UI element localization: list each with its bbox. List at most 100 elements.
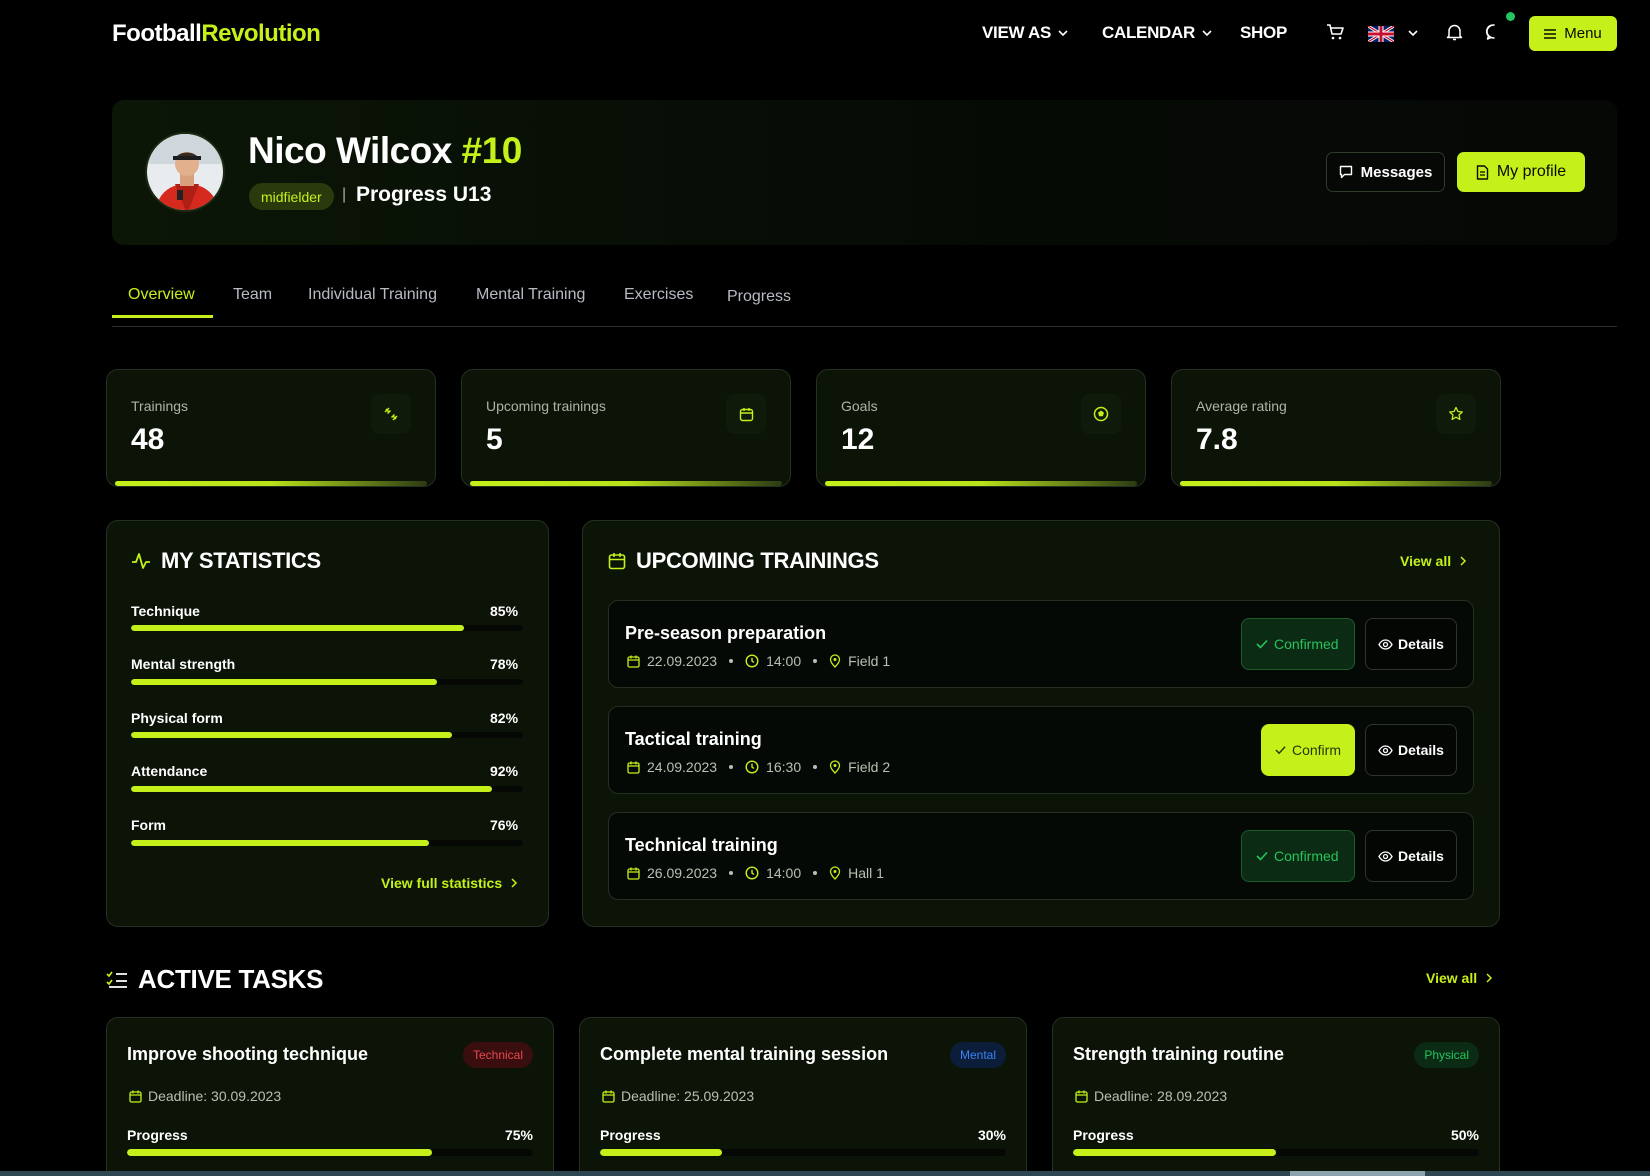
chevron-right-icon [1460,556,1467,566]
tab-mental-training[interactable]: Mental Training [476,286,585,304]
skill-percent: 78% [490,656,519,672]
training-time: 16:30 [766,759,802,775]
training-row[interactable]: Pre-season preparation 22.09.2023 14:00 … [608,600,1474,688]
nav-calendar[interactable]: CALENDAR [1102,23,1213,43]
calendar-icon [1075,1090,1088,1103]
confirm-button[interactable]: Confirm [1261,724,1355,776]
task-card[interactable]: Complete mental training session Mental … [579,1017,1027,1176]
bullet-separator [813,659,818,663]
confirmed-label: Confirmed [1274,848,1339,864]
task-tag: Physical [1414,1042,1479,1068]
active-tab-indicator [112,315,213,318]
task-tag: Technical [462,1042,533,1068]
bullet-separator [813,871,818,875]
task-deadline-text: Deadline: 30.09.2023 [148,1088,282,1104]
task-card[interactable]: Improve shooting technique Technical Dea… [106,1017,554,1176]
language-chevron-icon[interactable] [1407,27,1419,39]
calendar-icon [627,761,640,774]
training-row[interactable]: Tactical training 24.09.2023 16:30 Field… [608,706,1474,794]
skill-label: Mental strength [131,656,236,672]
confirmed-button[interactable]: Confirmed [1241,618,1355,670]
task-card[interactable]: Strength training routine Physical Deadl… [1052,1017,1500,1176]
training-row[interactable]: Technical training 26.09.2023 14:00 Hall… [608,812,1474,900]
scrollbar-thumb[interactable] [1290,1171,1425,1176]
task-progress-percent: 75% [504,1127,533,1143]
confirmed-button[interactable]: Confirmed [1241,830,1355,882]
bullet-separator [729,765,734,769]
tasks-view-all-link[interactable]: View all [1426,970,1493,986]
eye-icon [1378,850,1393,862]
training-date: 24.09.2023 [647,759,718,775]
skill-label: Form [131,817,166,833]
location-pin-icon [829,760,841,774]
team-name: Progress U13 [356,183,492,206]
brand-part-2: Revolution [201,20,321,47]
stat-accent-bar [470,481,782,486]
tab-overview[interactable]: Overview [128,286,195,304]
skill-fill [131,786,492,792]
tab-team[interactable]: Team [233,286,272,304]
calendar-icon [602,1090,615,1103]
stat-label: Trainings [131,398,189,414]
messages-button[interactable]: Messages [1326,152,1445,192]
brand-part-1: Football [112,20,202,47]
nav-shop[interactable]: SHOP [1240,23,1287,43]
view-full-statistics-link[interactable]: View full statistics [381,875,518,891]
clock-icon [745,654,759,668]
clock-icon [745,760,759,774]
tab-exercises[interactable]: Exercises [624,286,693,304]
stat-label: Average rating [1196,398,1287,414]
check-icon [1256,851,1268,861]
training-meta: 22.09.2023 14:00 Field 1 [627,653,890,669]
task-title: Complete mental training session [600,1044,889,1064]
upcoming-trainings-title-text: UPCOMING TRAININGS [636,548,879,573]
clock-icon [745,866,759,880]
tabs-divider [112,326,1617,327]
task-title: Strength training routine [1073,1044,1284,1064]
upcoming-view-all-link[interactable]: View all [1400,553,1467,569]
training-time: 14:00 [766,653,802,669]
task-deadline: Deadline: 25.09.2023 [602,1088,754,1104]
hamburger-icon [1544,28,1557,39]
training-date: 22.09.2023 [647,653,718,669]
tab-progress[interactable]: Progress [727,288,791,306]
cart-icon[interactable] [1326,23,1344,41]
tab-individual-training[interactable]: Individual Training [308,286,437,304]
details-button[interactable]: Details [1365,618,1457,670]
brand-logo[interactable]: FootballRevolution [112,20,321,48]
uk-flag-icon[interactable] [1368,26,1394,42]
my-profile-button[interactable]: My profile [1457,152,1585,192]
ball-icon [1081,394,1121,434]
skill-fill [131,840,429,846]
task-progress-percent: 50% [1450,1127,1479,1143]
activity-icon [132,553,150,569]
chat-icon[interactable] [1485,23,1503,41]
task-deadline: Deadline: 28.09.2023 [1075,1088,1227,1104]
nav-shop-label: SHOP [1240,23,1287,42]
skill-percent: 76% [490,817,519,833]
nav-view-as[interactable]: VIEW AS [982,23,1069,43]
location-pin-icon [829,866,841,880]
location-pin-icon [829,654,841,668]
details-label: Details [1398,848,1444,864]
training-title: Technical training [625,835,778,855]
bell-icon[interactable] [1446,23,1463,41]
details-button[interactable]: Details [1365,724,1457,776]
player-number: #10 [461,130,523,171]
task-progress-track [127,1149,533,1156]
skill-percent: 82% [490,710,519,726]
details-label: Details [1398,742,1444,758]
training-title: Pre-season preparation [625,623,827,643]
details-button[interactable]: Details [1365,830,1457,882]
view-full-statistics-label: View full statistics [381,875,503,891]
training-place: Field 2 [848,759,891,775]
training-time: 14:00 [766,865,802,881]
menu-button[interactable]: Menu [1529,16,1617,51]
details-label: Details [1398,636,1444,652]
chevron-right-icon [511,878,518,888]
upcoming-view-all-label: View all [1400,553,1452,569]
bullet-separator [813,765,818,769]
task-progress-fill [127,1149,432,1156]
training-title: Tactical training [625,729,762,749]
skill-fill [131,679,437,685]
